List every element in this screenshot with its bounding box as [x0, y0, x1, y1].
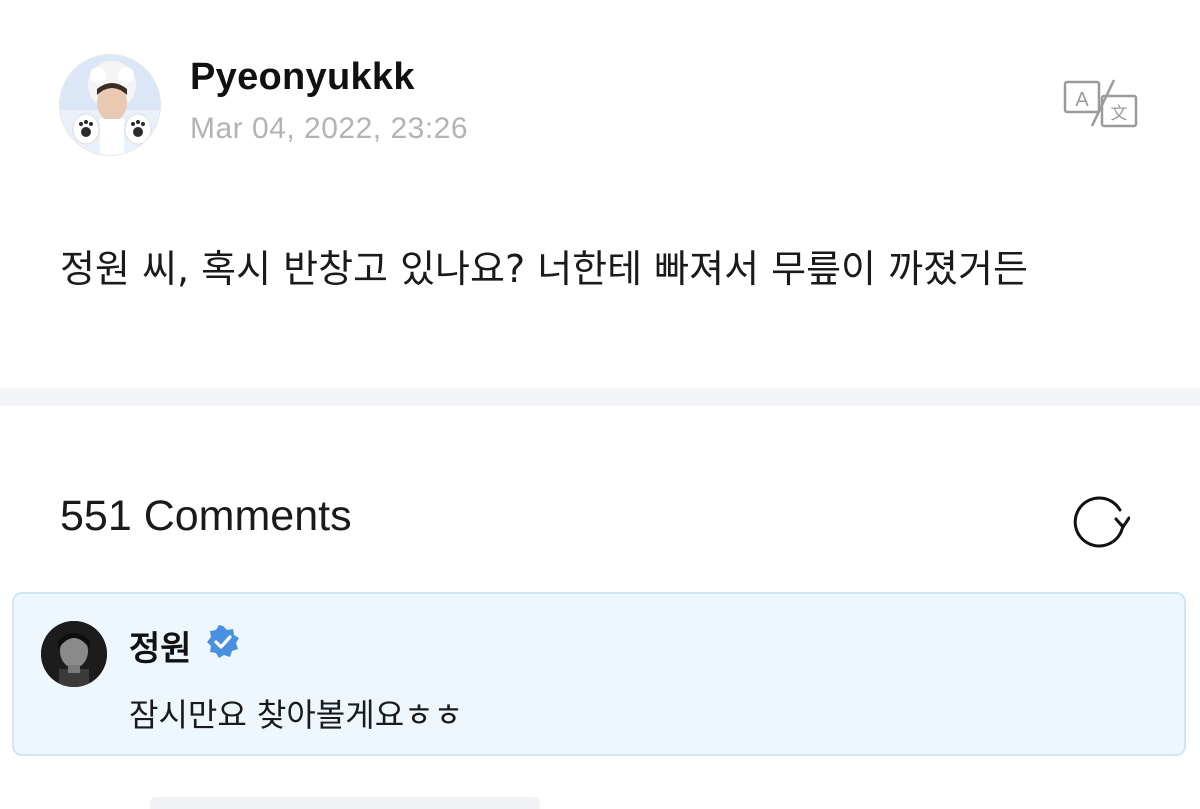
- comment-author-avatar[interactable]: [41, 621, 107, 687]
- comment-text: 잠시만요 찾아볼게요ㅎㅎ: [129, 696, 464, 734]
- translate-icon[interactable]: A 文: [1062, 76, 1142, 132]
- verified-badge-icon: [205, 624, 241, 660]
- comment-author-name[interactable]: 정원: [129, 621, 192, 670]
- post-body-text: 정원 씨, 혹시 반창고 있나요? 너한테 빠져서 무릎이 까졌거든: [60, 247, 1028, 291]
- svg-text:A: A: [1075, 89, 1089, 111]
- comment-item[interactable]: 정원 잠시만요 찾아볼게요ㅎㅎ: [12, 592, 1186, 756]
- refresh-icon[interactable]: [1072, 490, 1131, 548]
- comment-avatar-image: [41, 621, 107, 687]
- next-comment-preview: [150, 797, 540, 809]
- section-divider: [0, 388, 1200, 406]
- avatar-image: [60, 55, 160, 155]
- svg-text:文: 文: [1111, 104, 1128, 124]
- post-timestamp: Mar 04, 2022, 23:26: [190, 112, 469, 145]
- author-name[interactable]: Pyeonyukkk: [190, 56, 415, 99]
- comments-count-label: 551 Comments: [60, 492, 352, 540]
- post-card: Pyeonyukkk Mar 04, 2022, 23:26 A 文 정원 씨,…: [0, 0, 1200, 388]
- author-avatar[interactable]: [60, 55, 160, 155]
